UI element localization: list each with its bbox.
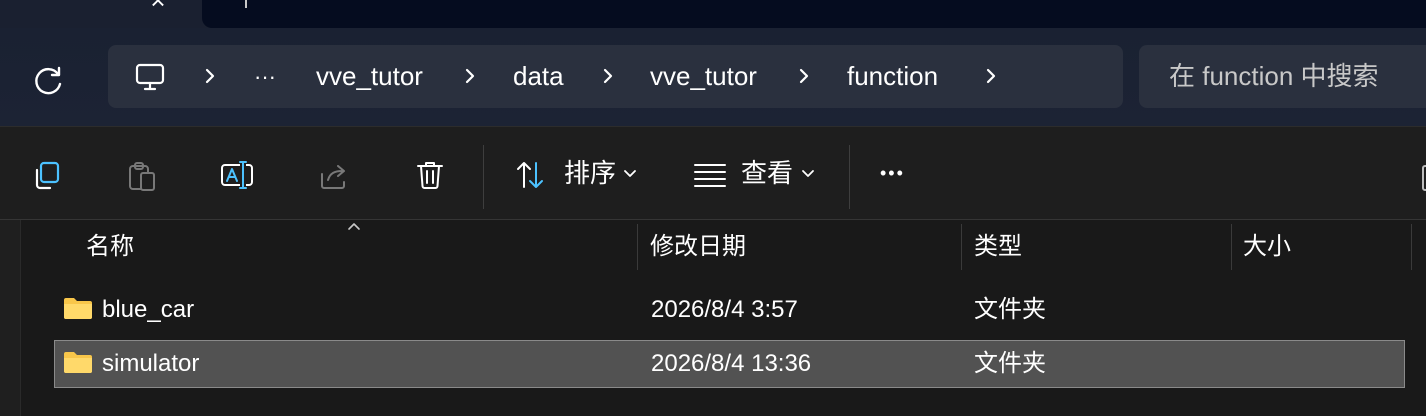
breadcrumb-overflow[interactable]: ··· bbox=[254, 45, 276, 108]
column-header-name[interactable]: 名称 bbox=[86, 220, 134, 272]
copy-icon[interactable] bbox=[30, 160, 62, 192]
breadcrumb-item-data[interactable]: data bbox=[513, 45, 564, 108]
paste-icon[interactable] bbox=[126, 160, 158, 192]
sort-ascending-icon bbox=[348, 223, 360, 230]
folder-icon bbox=[64, 298, 92, 319]
tab-text-caret bbox=[245, 0, 247, 8]
details-pane-icon[interactable] bbox=[1422, 165, 1426, 191]
chevron-right-icon[interactable] bbox=[983, 67, 999, 85]
share-icon[interactable] bbox=[318, 160, 350, 192]
breadcrumb-item-vve-tutor-2[interactable]: vve_tutor bbox=[650, 45, 757, 108]
chevron-right-icon[interactable] bbox=[796, 67, 812, 85]
folder-icon bbox=[64, 352, 92, 373]
rename-icon[interactable] bbox=[220, 159, 256, 191]
breadcrumb-item-function[interactable]: function bbox=[847, 45, 938, 108]
tab-close-icon[interactable]: × bbox=[140, 0, 176, 13]
more-options-button[interactable]: ••• bbox=[870, 147, 926, 199]
navigation-pane-edge bbox=[0, 220, 21, 416]
more-icon: ••• bbox=[880, 163, 905, 183]
file-modified: 2026/8/4 13:36 bbox=[651, 350, 812, 377]
column-header-type[interactable]: 类型 bbox=[974, 220, 1022, 272]
file-type: 文件夹 bbox=[974, 350, 1046, 377]
view-label: 查看 bbox=[741, 158, 794, 188]
chevron-right-icon[interactable] bbox=[202, 67, 218, 85]
active-tab[interactable] bbox=[202, 0, 1426, 28]
breadcrumb-item-vve-tutor[interactable]: vve_tutor bbox=[316, 45, 423, 108]
table-row-selected[interactable]: simulator 2026/8/4 13:36 文件夹 bbox=[54, 340, 1405, 388]
column-divider[interactable] bbox=[637, 224, 638, 270]
refresh-icon[interactable] bbox=[28, 62, 68, 102]
view-button[interactable]: 查看 bbox=[690, 147, 825, 199]
chevron-down-icon bbox=[624, 170, 636, 177]
file-type: 文件夹 bbox=[974, 296, 1046, 323]
tab-strip: × bbox=[0, 0, 1426, 28]
address-row: ··· vve_tutor data vve_tutor function 在 … bbox=[0, 28, 1426, 126]
file-name[interactable]: blue_car bbox=[102, 287, 194, 333]
file-list: 名称 修改日期 类型 大小 blue_car 2026/8/4 3:57 文件夹… bbox=[0, 220, 1426, 416]
file-modified: 2026/8/4 3:57 bbox=[651, 296, 798, 323]
delete-icon[interactable] bbox=[414, 159, 446, 191]
view-list-icon bbox=[694, 164, 726, 187]
breadcrumb[interactable]: ··· vve_tutor data vve_tutor function bbox=[108, 45, 1123, 108]
sort-button[interactable]: 排序 bbox=[510, 147, 650, 199]
column-header-size[interactable]: 大小 bbox=[1243, 220, 1291, 272]
this-pc-icon[interactable] bbox=[134, 61, 166, 93]
command-bar: 排序 查看 ••• bbox=[0, 126, 1426, 220]
chevron-down-icon bbox=[802, 170, 814, 177]
search-input[interactable]: 在 function 中搜索 bbox=[1139, 45, 1426, 108]
sort-label: 排序 bbox=[564, 158, 617, 188]
column-divider[interactable] bbox=[961, 224, 962, 270]
search-placeholder: 在 function 中搜索 bbox=[1169, 61, 1379, 91]
chevron-right-icon[interactable] bbox=[600, 67, 616, 85]
file-name[interactable]: simulator bbox=[102, 341, 199, 387]
column-divider[interactable] bbox=[1411, 224, 1412, 270]
toolbar-divider bbox=[849, 145, 850, 209]
table-row[interactable]: blue_car 2026/8/4 3:57 文件夹 bbox=[54, 286, 1405, 334]
column-header-modified[interactable]: 修改日期 bbox=[650, 220, 746, 272]
toolbar-divider bbox=[483, 145, 484, 209]
chevron-right-icon[interactable] bbox=[462, 67, 478, 85]
sort-icon bbox=[517, 162, 543, 188]
column-divider[interactable] bbox=[1231, 224, 1232, 270]
